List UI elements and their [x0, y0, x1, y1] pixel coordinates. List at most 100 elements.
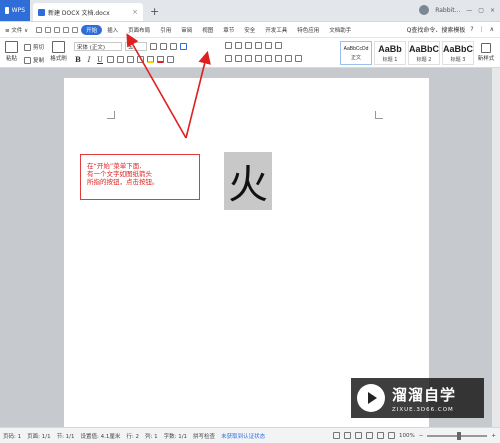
char-border-icon[interactable]	[167, 56, 174, 63]
menu-features[interactable]: 特色应用	[292, 26, 324, 34]
user-name[interactable]: Rabbit...	[435, 7, 460, 14]
copy-button[interactable]: 复制	[24, 56, 44, 64]
superscript-icon[interactable]	[117, 56, 124, 63]
fire-character-box[interactable]: 火	[224, 152, 272, 210]
justify-icon[interactable]	[255, 55, 262, 62]
protect-icon[interactable]	[333, 432, 341, 439]
line-spacing-icon[interactable]	[275, 55, 282, 62]
italic-button[interactable]: I	[85, 56, 93, 64]
new-style-icon	[481, 43, 491, 53]
strikethrough-icon[interactable]	[107, 56, 114, 63]
bold-button[interactable]: B	[74, 55, 82, 64]
document-area[interactable]: 在“开始”菜单下面, 有一个文字如图纸箭头 所指的按钮，点击按钮。 火	[0, 68, 500, 427]
increase-indent-icon[interactable]	[255, 42, 262, 49]
menu-developer[interactable]: 开发工具	[260, 26, 292, 34]
menu-insert[interactable]: 插入	[102, 26, 123, 34]
menu-file[interactable]: ≡ 文件 ∨	[0, 26, 33, 34]
vertical-scrollbar[interactable]	[492, 68, 500, 427]
underline-button[interactable]: U	[96, 56, 104, 64]
outline-view-icon[interactable]	[366, 432, 374, 439]
help-icon[interactable]: ?	[470, 26, 473, 33]
page-view-icon[interactable]	[355, 432, 363, 439]
callout-line: 所指的按钮，点击按钮。	[87, 178, 159, 186]
style-sample: AaBbC	[408, 43, 439, 54]
menu-review[interactable]: 审阅	[176, 26, 197, 34]
menu-chapter[interactable]: 章节	[218, 26, 239, 34]
paste-icon	[5, 41, 18, 53]
font-name-select[interactable]: 宋体 (正文)	[74, 42, 122, 51]
font-size-select[interactable]: 五	[125, 42, 147, 51]
align-center-icon[interactable]	[235, 55, 242, 62]
phonetic-guide-icon[interactable]	[180, 43, 187, 50]
restore-button[interactable]: ▢	[478, 7, 484, 14]
style-normal[interactable]: AaBbCcDd 正文	[340, 41, 372, 65]
style-name: 标题 3	[450, 56, 466, 63]
eye-protect-icon[interactable]	[388, 432, 396, 439]
menu-security[interactable]: 安全	[239, 26, 260, 34]
zoom-slider[interactable]	[427, 431, 488, 440]
style-heading-2[interactable]: AaBbC 标题 2	[408, 41, 440, 65]
menu-assistant[interactable]: 文档助手	[324, 26, 356, 34]
style-heading-3[interactable]: AaBbC 标题 3	[442, 41, 474, 65]
sort-icon[interactable]	[265, 42, 272, 49]
full-screen-icon[interactable]	[344, 432, 352, 439]
show-marks-icon[interactable]	[275, 42, 282, 49]
menu-bar: ≡ 文件 ∨ 开始 插入 页面布局 引用 审阅 视图 章节 安全 开发工具 特色…	[0, 22, 500, 38]
shading-icon[interactable]	[285, 55, 292, 62]
collapse-ribbon-icon[interactable]: ∧	[490, 26, 494, 33]
text-effect-icon[interactable]	[137, 56, 144, 63]
zoom-out-button[interactable]: −	[419, 433, 424, 439]
status-zoom[interactable]: 100%	[399, 433, 415, 439]
new-tab-button[interactable]: +	[150, 5, 159, 18]
style-heading-1[interactable]: AaBb 标题 1	[374, 41, 406, 65]
align-right-icon[interactable]	[245, 55, 252, 62]
menu-page-layout[interactable]: 页面布局	[123, 26, 155, 34]
clear-format-icon[interactable]	[170, 43, 177, 50]
redo-icon[interactable]	[72, 26, 79, 33]
tab-wps-home[interactable]: WPS	[0, 0, 30, 21]
status-cert[interactable]: 未获取到认证状态	[221, 432, 265, 440]
decrease-indent-icon[interactable]	[245, 42, 252, 49]
zoom-slider-knob[interactable]	[457, 431, 462, 440]
web-view-icon[interactable]	[377, 432, 385, 439]
save-icon[interactable]	[36, 26, 43, 33]
style-name: 标题 1	[382, 56, 398, 63]
menu-view[interactable]: 视图	[197, 26, 218, 34]
status-spellcheck[interactable]: 拼写检查	[193, 432, 215, 440]
preview-icon[interactable]	[54, 26, 61, 33]
crop-mark-top-right	[375, 111, 383, 119]
cut-button[interactable]: 剪切	[24, 43, 44, 51]
borders-icon[interactable]	[295, 55, 302, 62]
status-words[interactable]: 字数: 1/1	[164, 432, 187, 440]
align-left-icon[interactable]	[225, 55, 232, 62]
font-color-icon[interactable]	[157, 56, 164, 63]
close-tab-icon[interactable]: ×	[132, 8, 138, 16]
paste-button[interactable]: 粘贴	[3, 41, 20, 62]
menu-start[interactable]: 开始	[81, 24, 103, 35]
close-window-button[interactable]: ×	[490, 7, 495, 14]
zoom-in-button[interactable]: +	[491, 433, 496, 439]
distribute-icon[interactable]	[265, 55, 272, 62]
copy-icon	[24, 56, 31, 64]
minimize-button[interactable]: —	[466, 7, 472, 14]
document-page[interactable]: 在“开始”菜单下面, 有一个文字如图纸箭头 所指的按钮，点击按钮。 火	[64, 78, 429, 427]
new-style-button[interactable]: 新样式	[474, 43, 498, 62]
tab-document[interactable]: 新建 DOCX 文档.docx ×	[33, 3, 143, 21]
print-icon[interactable]	[45, 26, 52, 33]
more-icon[interactable]: ⋮	[479, 26, 485, 33]
highlight-icon[interactable]	[147, 56, 154, 63]
format-painter-button[interactable]: 格式刷	[50, 41, 67, 62]
subscript-icon[interactable]	[127, 56, 134, 63]
undo-icon[interactable]	[63, 26, 70, 33]
status-page[interactable]: 页码: 1	[3, 432, 21, 440]
avatar[interactable]	[419, 5, 430, 15]
shrink-font-icon[interactable]	[160, 43, 167, 50]
numbering-icon[interactable]	[235, 42, 242, 49]
status-row: 行: 2	[126, 433, 139, 440]
bullets-icon[interactable]	[225, 42, 232, 49]
menu-right-group: Q查找命令、搜索模板 ? ⋮ ∧	[407, 25, 500, 34]
menu-references[interactable]: 引用	[155, 26, 176, 34]
command-search[interactable]: Q查找命令、搜索模板	[407, 25, 466, 34]
status-pages[interactable]: 页面: 1/1	[27, 432, 50, 440]
grow-font-icon[interactable]	[150, 43, 157, 50]
